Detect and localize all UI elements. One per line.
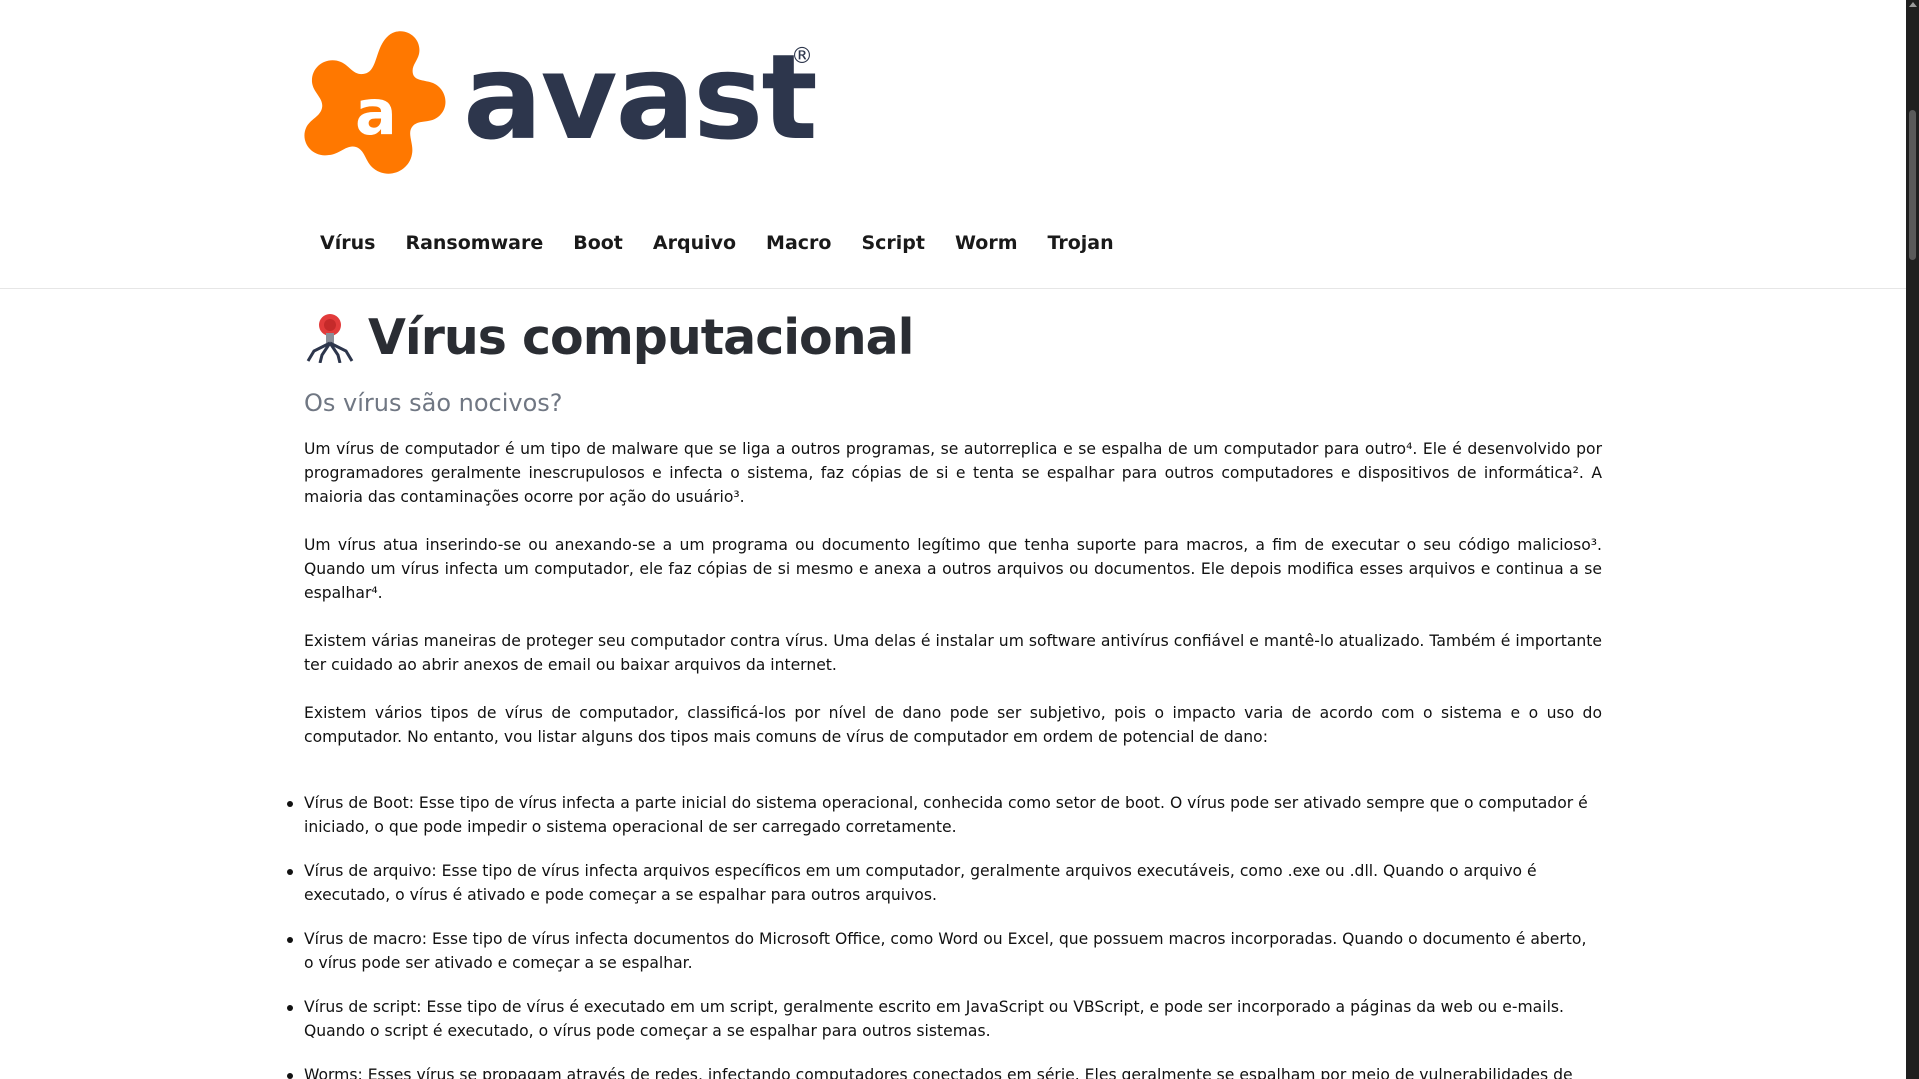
paragraph: Um vírus atua inserindo-se ou anexando-s… [304, 536, 1602, 602]
paragraph: Um vírus de computador é um tipo de malw… [304, 440, 1602, 506]
list-item: Vírus de arquivo: Esse tipo de vírus inf… [287, 859, 1602, 907]
paragraph: Existem vários tipos de vírus de computa… [304, 704, 1602, 746]
nav-item-worm[interactable]: Worm [955, 232, 1018, 254]
virus-icon [306, 314, 354, 363]
paragraph: Existem várias maneiras de proteger seu … [304, 632, 1602, 674]
svg-text:a: a [355, 76, 397, 149]
site-header: a avast ® Vírus Ransomware Boot Arquivo … [0, 0, 1906, 289]
virus-types-list: Vírus de Boot: Esse tipo de vírus infect… [287, 791, 1602, 1079]
page-title: Vírus computacional [368, 308, 914, 366]
main-content: Vírus computacional Os vírus são nocivos… [287, 305, 1602, 1079]
page: a avast ® Vírus Ransomware Boot Arquivo … [0, 0, 1906, 1079]
nav-item-boot[interactable]: Boot [573, 232, 623, 254]
nav-item-trojan[interactable]: Trojan [1048, 232, 1114, 254]
list-item: Worms: Esses vírus se propagam através d… [287, 1063, 1602, 1079]
avast-splat-icon: a [304, 31, 446, 174]
list-item: Vírus de Boot: Esse tipo de vírus infect… [287, 791, 1602, 839]
main-nav: Vírus Ransomware Boot Arquivo Macro Scri… [320, 232, 1144, 254]
scroll-thumb[interactable] [1909, 110, 1916, 260]
section-subtitle: Os vírus são nocivos? [304, 389, 563, 417]
nav-item-arquivo[interactable]: Arquivo [653, 232, 736, 254]
nav-item-script[interactable]: Script [861, 232, 925, 254]
title-row: Vírus computacional [304, 305, 1602, 369]
logo-wordmark: avast [463, 28, 818, 166]
nav-item-ransomware[interactable]: Ransomware [405, 232, 543, 254]
list-item: Vírus de script: Esse tipo de vírus é ex… [287, 995, 1602, 1043]
vertical-scrollbar[interactable] [1906, 0, 1919, 1079]
list-item: Vírus de macro: Esse tipo de vírus infec… [287, 927, 1602, 975]
nav-item-virus[interactable]: Vírus [320, 232, 375, 254]
registered-mark: ® [791, 44, 813, 69]
avast-logo[interactable]: a avast ® [303, 28, 818, 190]
nav-item-macro[interactable]: Macro [766, 232, 831, 254]
scroll-up-arrow-icon[interactable] [1909, 2, 1917, 7]
